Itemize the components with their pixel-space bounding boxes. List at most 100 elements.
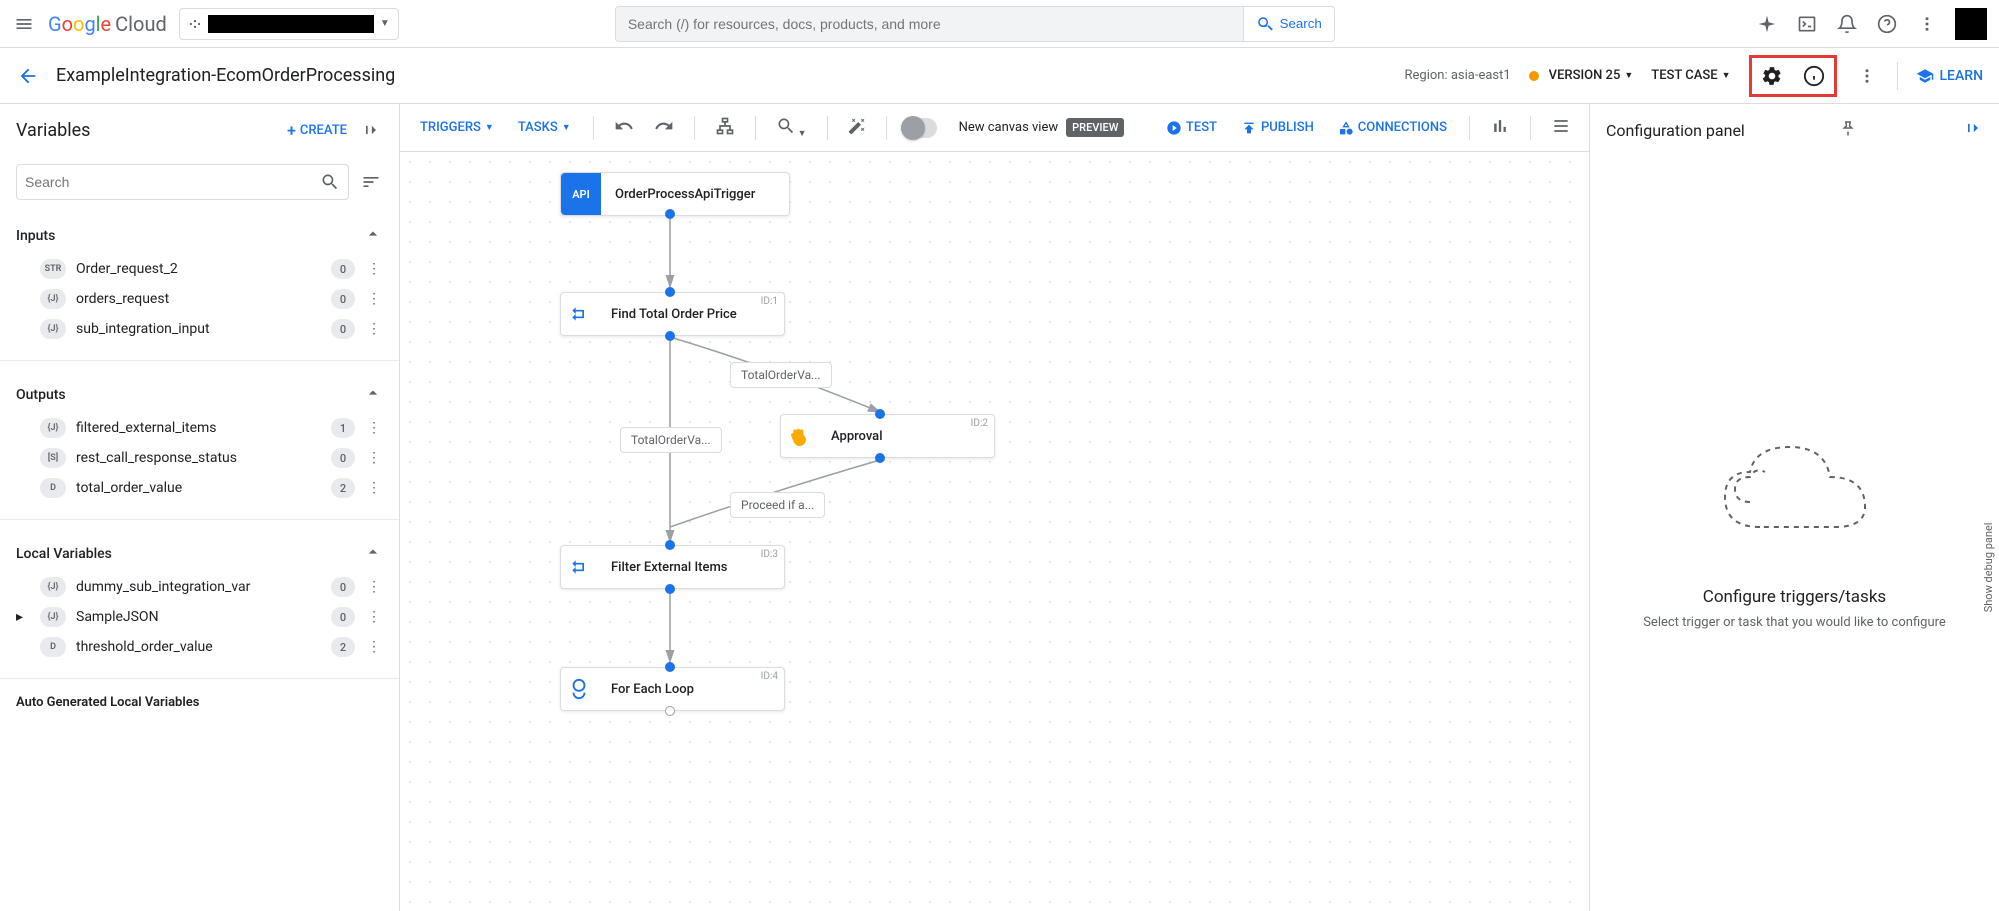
tasks-dropdown[interactable]: TASKS▼ [510, 120, 579, 135]
auto-gen-section-header[interactable]: Auto Generated Local Variables [0, 685, 399, 710]
help-icon[interactable] [1875, 12, 1899, 36]
preview-badge: PREVIEW [1066, 118, 1124, 137]
test-case-dropdown[interactable]: TEST CASE ▼ [1651, 68, 1730, 83]
node-label: OrderProcessApiTrigger [601, 187, 769, 202]
data-mapping-icon [561, 304, 597, 324]
variable-row[interactable]: {J} sub_integration_input 0 ⋮ [16, 314, 383, 344]
node-label: Find Total Order Price [597, 307, 751, 322]
expand-caret-icon[interactable]: ▸ [16, 609, 30, 625]
more-vert-icon[interactable] [1915, 12, 1939, 36]
publish-button[interactable]: PUBLISH [1233, 120, 1322, 136]
row-menu-icon[interactable]: ⋮ [365, 420, 383, 436]
empty-state-title: Configure triggers/tasks [1703, 587, 1886, 607]
connections-button[interactable]: CONNECTIONS [1330, 120, 1455, 136]
variable-row[interactable]: STR Order_request_2 0 ⋮ [16, 254, 383, 284]
row-menu-icon[interactable]: ⋮ [365, 291, 383, 307]
gemini-icon[interactable] [1755, 12, 1779, 36]
api-badge: API [561, 173, 601, 215]
google-cloud-logo[interactable]: Google Cloud [48, 12, 167, 36]
auto-layout-icon[interactable] [709, 116, 741, 140]
variable-name: total_order_value [76, 480, 321, 496]
highlighted-actions [1749, 55, 1837, 97]
inputs-section-header[interactable]: Inputs [16, 218, 383, 254]
cloud-shell-icon[interactable] [1795, 12, 1819, 36]
test-button[interactable]: TEST [1158, 120, 1225, 136]
sidebar-title: Variables [16, 120, 90, 141]
version-dropdown[interactable]: VERSION 25 ▼ [1529, 68, 1634, 83]
logs-icon[interactable] [1545, 116, 1577, 140]
settings-gear-icon[interactable] [1760, 64, 1784, 88]
type-badge: {J} [40, 577, 66, 597]
local-vars-section-header[interactable]: Local Variables [16, 536, 383, 572]
region-label: Region: asia-east1 [1405, 68, 1511, 83]
canvas[interactable]: API OrderProcessApiTrigger ID:1 Find Tot… [400, 152, 1589, 911]
more-actions-icon[interactable] [1855, 64, 1879, 88]
row-menu-icon[interactable]: ⋮ [365, 261, 383, 277]
row-menu-icon[interactable]: ⋮ [365, 450, 383, 466]
filter-icon[interactable] [359, 170, 383, 194]
variable-row[interactable]: ▸ {J} SampleJSON 0 ⋮ [16, 602, 383, 632]
trigger-node[interactable]: API OrderProcessApiTrigger [560, 172, 790, 216]
back-arrow-icon[interactable] [16, 64, 40, 88]
outputs-section-header[interactable]: Outputs [16, 377, 383, 413]
search-input[interactable] [616, 7, 1243, 41]
type-badge: {J} [40, 319, 66, 339]
search-button[interactable]: Search [1243, 7, 1334, 41]
undo-icon[interactable] [608, 116, 640, 140]
info-icon[interactable] [1802, 64, 1826, 88]
type-badge: [S] [40, 448, 66, 468]
chevron-up-icon [363, 542, 383, 566]
variable-row[interactable]: D threshold_order_value 2 ⋮ [16, 632, 383, 662]
variable-row[interactable]: {J} dummy_sub_integration_var 0 ⋮ [16, 572, 383, 602]
edge-label[interactable]: TotalOrderVa... [620, 427, 722, 453]
project-selector[interactable]: ▼ [179, 8, 399, 40]
type-badge: {J} [40, 418, 66, 438]
row-menu-icon[interactable]: ⋮ [365, 609, 383, 625]
avatar[interactable] [1955, 8, 1987, 40]
expand-panel-icon[interactable] [1963, 118, 1983, 142]
task-node-3[interactable]: ID:3 Filter External Items [560, 545, 785, 589]
usage-count: 0 [331, 319, 355, 339]
pin-icon[interactable] [1839, 119, 1857, 141]
integration-title: ExampleIntegration-EcomOrderProcessing [56, 65, 395, 86]
row-menu-icon[interactable]: ⋮ [365, 579, 383, 595]
collapse-sidebar-icon[interactable] [359, 118, 383, 142]
variable-row[interactable]: {J} orders_request 0 ⋮ [16, 284, 383, 314]
task-node-1[interactable]: ID:1 Find Total Order Price [560, 292, 785, 336]
search-icon [320, 172, 340, 192]
create-variable-button[interactable]: + CREATE [287, 121, 347, 140]
new-canvas-label: New canvas view [959, 120, 1059, 135]
debug-panel-tab[interactable]: Show debug panel [1978, 518, 1999, 616]
edge-label[interactable]: TotalOrderVa... [730, 362, 832, 388]
loop-icon [561, 678, 597, 700]
edge-label[interactable]: Proceed if a... [730, 492, 825, 518]
variable-row[interactable]: [S] rest_call_response_status 0 ⋮ [16, 443, 383, 473]
usage-count: 1 [331, 418, 355, 438]
variable-row[interactable]: {J} filtered_external_items 1 ⋮ [16, 413, 383, 443]
task-node-4[interactable]: ID:4 For Each Loop [560, 667, 785, 711]
variable-name: sub_integration_input [76, 321, 321, 337]
task-node-2[interactable]: ID:2 Approval [780, 414, 995, 458]
usage-count: 0 [331, 259, 355, 279]
row-menu-icon[interactable]: ⋮ [365, 480, 383, 496]
hamburger-menu-icon[interactable] [12, 12, 36, 36]
redo-icon[interactable] [648, 116, 680, 140]
usage-count: 2 [331, 478, 355, 498]
variable-search[interactable] [16, 164, 349, 200]
notifications-icon[interactable] [1835, 12, 1859, 36]
variable-row[interactable]: D total_order_value 2 ⋮ [16, 473, 383, 503]
usage-count: 2 [331, 637, 355, 657]
canvas-view-toggle[interactable] [901, 118, 937, 138]
magic-wand-icon[interactable] [842, 117, 872, 139]
variable-search-input[interactable] [25, 174, 320, 190]
triggers-dropdown[interactable]: TRIGGERS▼ [412, 120, 502, 135]
learn-button[interactable]: LEARN [1916, 67, 1984, 85]
analytics-icon[interactable] [1484, 116, 1516, 140]
chevron-up-icon [363, 383, 383, 407]
row-menu-icon[interactable]: ⋮ [365, 639, 383, 655]
variable-name: SampleJSON [76, 609, 321, 625]
header-actions [1755, 8, 1987, 40]
type-badge: {J} [40, 607, 66, 627]
zoom-icon[interactable]: ▼ [770, 116, 813, 140]
row-menu-icon[interactable]: ⋮ [365, 321, 383, 337]
